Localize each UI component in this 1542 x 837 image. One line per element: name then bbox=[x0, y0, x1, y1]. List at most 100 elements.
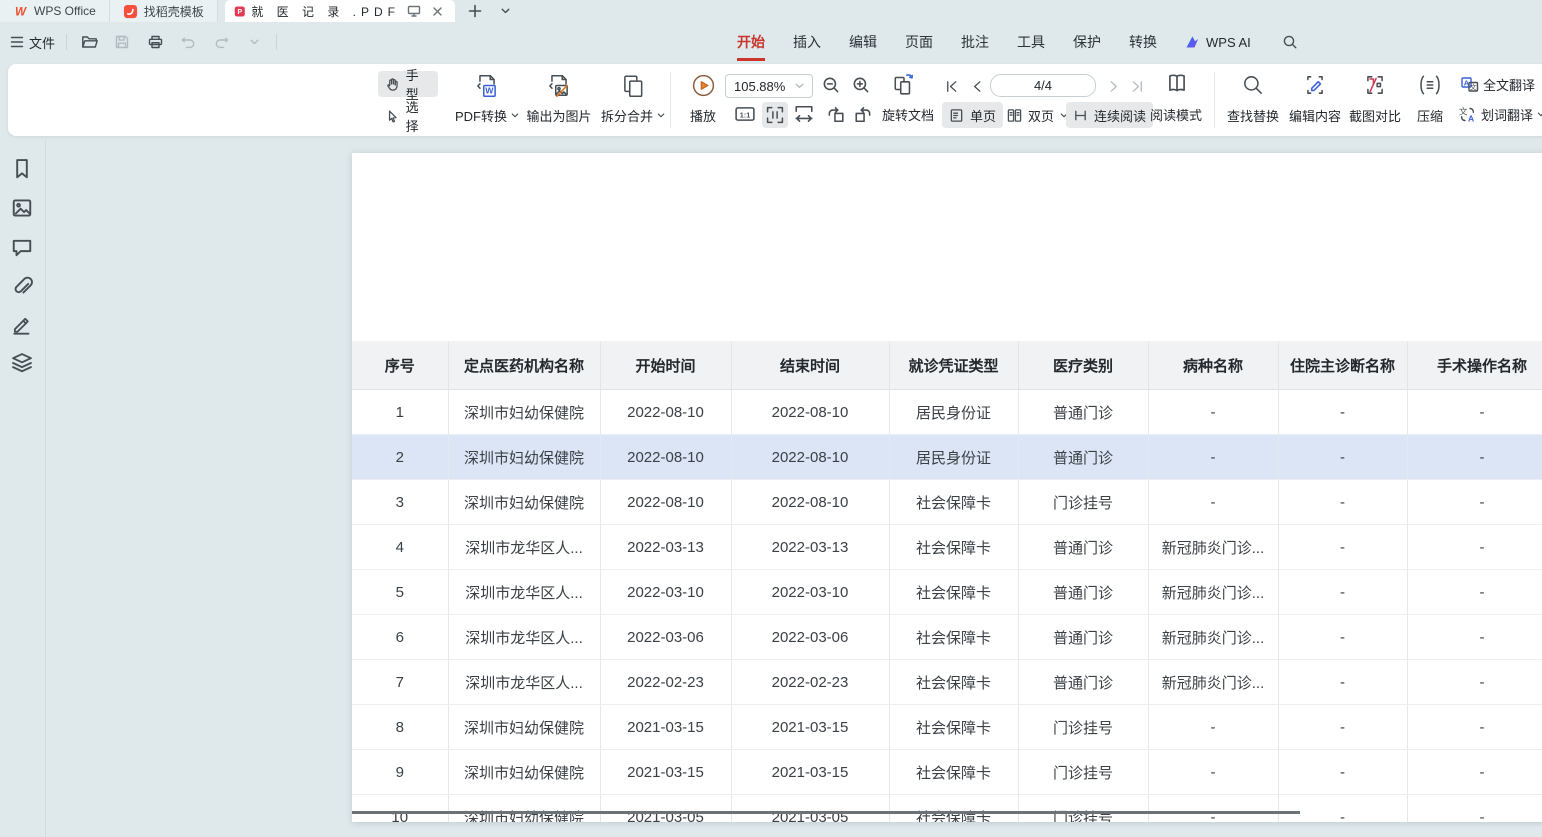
rotate-right-button[interactable] bbox=[854, 105, 873, 123]
replace-page-button[interactable] bbox=[892, 72, 916, 96]
tab-monitor-icon[interactable] bbox=[406, 0, 423, 22]
fit-page-button[interactable] bbox=[762, 102, 788, 128]
table-cell: 8 bbox=[352, 705, 448, 750]
pdf-file-icon: P bbox=[234, 4, 246, 19]
rotate-left-button[interactable] bbox=[826, 105, 845, 123]
zoom-level-select[interactable]: 105.88% bbox=[725, 74, 813, 98]
wps-ai-button[interactable]: WPS AI bbox=[1185, 34, 1251, 50]
zoom-out-button[interactable] bbox=[821, 75, 841, 95]
table-row: 3深圳市妇幼保健院2022-08-102022-08-10社会保障卡门诊挂号--… bbox=[352, 480, 1542, 525]
last-page-button[interactable] bbox=[1126, 76, 1148, 96]
menu-tab-批注[interactable]: 批注 bbox=[961, 22, 989, 62]
select-tool-button[interactable]: 选择 bbox=[378, 103, 438, 129]
next-page-button[interactable] bbox=[1102, 76, 1124, 96]
table-header-cell: 医疗类别 bbox=[1018, 341, 1148, 390]
file-menu-button[interactable]: 文件 bbox=[10, 33, 55, 52]
swap-pages-icon bbox=[892, 72, 916, 96]
edit-content-button[interactable]: 编辑内容 bbox=[1282, 70, 1348, 130]
attachment-icon[interactable] bbox=[11, 275, 33, 297]
split-merge-button[interactable]: 拆分合并 bbox=[591, 70, 675, 130]
table-header-cell: 定点医药机构名称 bbox=[448, 341, 600, 390]
edit-pencil-icon bbox=[1303, 73, 1327, 97]
new-tab-button[interactable] bbox=[464, 0, 486, 22]
select-tool-label: 选择 bbox=[406, 97, 431, 135]
table-header-cell: 结束时间 bbox=[731, 341, 889, 390]
medical-record-table: 序号定点医药机构名称开始时间结束时间就诊凭证类型医疗类别病种名称住院主诊断名称手… bbox=[352, 341, 1542, 822]
table-header-cell: 住院主诊断名称 bbox=[1278, 341, 1407, 390]
table-cell: 深圳市妇幼保健院 bbox=[448, 390, 600, 435]
double-page-button[interactable]: 双页 bbox=[1000, 102, 1075, 128]
compress-button[interactable]: 压缩 bbox=[1406, 70, 1454, 130]
docer-icon bbox=[123, 4, 138, 19]
hand-tool-button[interactable]: 手型 bbox=[378, 71, 438, 97]
continuous-reading-button[interactable]: 连续阅读 bbox=[1066, 102, 1153, 128]
table-cell: - bbox=[1407, 795, 1542, 823]
word-translate-label: 划词翻译 bbox=[1481, 105, 1533, 124]
rotate-document-button[interactable]: 旋转文档 bbox=[882, 104, 934, 128]
table-cell: 深圳市妇幼保健院 bbox=[448, 795, 600, 823]
redo-button[interactable] bbox=[210, 31, 232, 53]
horizontal-scrollbar[interactable] bbox=[352, 811, 1300, 814]
table-cell: 6 bbox=[352, 615, 448, 660]
thumbnail-icon[interactable] bbox=[11, 197, 33, 219]
tab-document-active[interactable]: P 就 医 记 录 .PDF bbox=[225, 0, 455, 22]
table-cell: - bbox=[1278, 615, 1407, 660]
first-page-button[interactable] bbox=[940, 76, 962, 96]
side-rail bbox=[0, 140, 46, 837]
save-button[interactable] bbox=[111, 31, 133, 53]
table-header-cell: 就诊凭证类型 bbox=[889, 341, 1018, 390]
play-button[interactable]: 播放 bbox=[680, 70, 726, 130]
menu-tab-页面[interactable]: 页面 bbox=[905, 22, 933, 62]
table-cell: 社会保障卡 bbox=[889, 525, 1018, 570]
menu-tab-开始[interactable]: 开始 bbox=[737, 22, 765, 62]
menu-tab-插入[interactable]: 插入 bbox=[793, 22, 821, 62]
undo-history-chevron-icon[interactable] bbox=[243, 31, 265, 53]
full-translate-button[interactable]: A文 全文翻译 bbox=[1460, 75, 1535, 94]
bookmark-icon[interactable] bbox=[11, 158, 33, 180]
fit-width-button[interactable] bbox=[794, 105, 814, 123]
read-mode-book-icon[interactable] bbox=[1164, 71, 1190, 97]
table-cell: 普通门诊 bbox=[1018, 570, 1148, 615]
open-file-button[interactable] bbox=[78, 31, 100, 53]
table-cell: 门诊挂号 bbox=[1018, 705, 1148, 750]
print-button[interactable] bbox=[144, 31, 166, 53]
menu-tab-保护[interactable]: 保护 bbox=[1073, 22, 1101, 62]
table-cell: 新冠肺炎门诊... bbox=[1148, 525, 1278, 570]
tab-label: 找稻壳模板 bbox=[144, 3, 204, 20]
tab-wps-home[interactable]: W WPS Office bbox=[0, 0, 110, 22]
menu-tab-工具[interactable]: 工具 bbox=[1017, 22, 1045, 62]
find-replace-button[interactable]: 查找替换 bbox=[1220, 70, 1286, 130]
prev-page-button[interactable] bbox=[966, 76, 988, 96]
table-cell: 深圳市龙华区人... bbox=[448, 570, 600, 615]
menu-search-icon[interactable] bbox=[1279, 31, 1301, 53]
actual-size-button[interactable]: 1:1 bbox=[735, 105, 755, 123]
table-row: 6深圳市龙华区人...2022-03-062022-03-06社会保障卡普通门诊… bbox=[352, 615, 1542, 660]
table-cell: 2021-03-05 bbox=[600, 795, 731, 823]
table-cell: 2022-03-06 bbox=[731, 615, 889, 660]
fit-width-icon bbox=[794, 105, 814, 123]
table-cell: - bbox=[1278, 705, 1407, 750]
table-row: 7深圳市龙华区人...2022-02-232022-02-23社会保障卡普通门诊… bbox=[352, 660, 1542, 705]
tab-list-chevron-icon[interactable] bbox=[495, 0, 517, 22]
read-mode-button[interactable]: 阅读模式 bbox=[1150, 104, 1202, 128]
split-merge-label: 拆分合并 bbox=[601, 106, 653, 125]
layers-icon[interactable] bbox=[11, 352, 33, 374]
undo-button[interactable] bbox=[177, 31, 199, 53]
word-translate-icon: 文A bbox=[1458, 106, 1477, 123]
comment-icon[interactable] bbox=[11, 236, 33, 258]
svg-text:文: 文 bbox=[1459, 107, 1468, 117]
export-image-label: 输出为图片 bbox=[526, 106, 591, 125]
pdf-page[interactable]: 序号定点医药机构名称开始时间结束时间就诊凭证类型医疗类别病种名称住院主诊断名称手… bbox=[352, 153, 1542, 822]
single-page-button[interactable]: 单页 bbox=[942, 102, 1003, 128]
tab-docer-templates[interactable]: 找稻壳模板 bbox=[110, 0, 218, 22]
zoom-in-button[interactable] bbox=[851, 75, 871, 95]
menu-tab-转换[interactable]: 转换 bbox=[1129, 22, 1157, 62]
table-cell: 4 bbox=[352, 525, 448, 570]
page-number-input[interactable] bbox=[990, 74, 1096, 97]
screenshot-compare-button[interactable]: 截图对比 bbox=[1342, 70, 1408, 130]
table-cell: - bbox=[1407, 480, 1542, 525]
word-translate-button[interactable]: 文A 划词翻译 bbox=[1458, 105, 1542, 124]
tab-close-icon[interactable] bbox=[429, 0, 446, 22]
signature-icon[interactable] bbox=[11, 313, 33, 335]
menu-tab-编辑[interactable]: 编辑 bbox=[849, 22, 877, 62]
